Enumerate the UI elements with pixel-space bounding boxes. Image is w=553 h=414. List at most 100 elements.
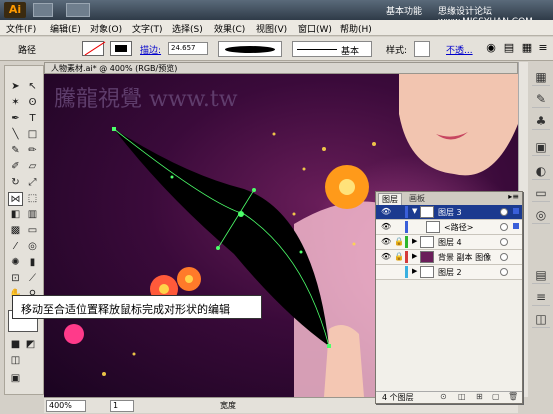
layers-icon[interactable]: ◫: [532, 310, 550, 328]
menu-file[interactable]: 文件(F): [6, 22, 36, 35]
layer-row[interactable]: ▶ 图层 2: [376, 265, 522, 280]
menu-select[interactable]: 选择(S): [172, 22, 203, 35]
rotate-tool-icon[interactable]: ↻: [8, 176, 23, 190]
symbol-icon[interactable]: ♣: [532, 112, 550, 130]
target-icon[interactable]: [500, 253, 508, 261]
menu-effect[interactable]: 效果(C): [214, 22, 245, 35]
anchor-point[interactable]: [327, 344, 331, 348]
layer-row[interactable]: 👁 🔒 ▶ 图层 4: [376, 235, 522, 250]
draw-normal-icon[interactable]: ◫: [8, 354, 23, 368]
document-tab[interactable]: 人物素材.ai* @ 400% (RGB/预览): [44, 62, 518, 74]
lasso-tool-icon[interactable]: ʘ: [25, 96, 40, 110]
slice-tool-icon[interactable]: ⟋: [25, 272, 40, 286]
direct-selection-tool-icon[interactable]: ↖: [25, 80, 40, 94]
arrange-documents-button[interactable]: [66, 3, 90, 17]
artboard-tool-icon[interactable]: ⊡: [8, 272, 23, 286]
align-icon[interactable]: ▤: [532, 266, 550, 284]
visibility-eye-icon[interactable]: 👁: [381, 222, 391, 231]
gradient-icon[interactable]: ▭: [532, 184, 550, 202]
selection-indicator[interactable]: [513, 208, 519, 214]
type-tool-icon[interactable]: T: [25, 112, 40, 126]
rectangle-tool-icon[interactable]: □: [25, 128, 40, 142]
transform-icon[interactable]: ▦: [520, 41, 534, 55]
workspace-switcher[interactable]: 基本功能: [386, 4, 422, 17]
new-sublayer-icon[interactable]: ⊞: [476, 392, 483, 401]
menu-view[interactable]: 视图(V): [256, 22, 287, 35]
gradient-mode-icon[interactable]: ◩: [23, 338, 38, 352]
layer-row[interactable]: 👁 <路径>: [376, 220, 522, 235]
brush-definition-dropdown[interactable]: 基本: [292, 41, 372, 57]
shape-builder-tool-icon[interactable]: ◧: [8, 208, 23, 222]
expand-triangle-icon[interactable]: ▶: [412, 252, 417, 260]
width-handle[interactable]: [216, 246, 220, 250]
layer-name[interactable]: <路径>: [444, 222, 473, 233]
locate-object-icon[interactable]: ⊙: [440, 392, 447, 401]
visibility-eye-icon[interactable]: 👁: [381, 237, 391, 246]
menu-object[interactable]: 对象(O): [90, 22, 122, 35]
tab-layers[interactable]: 图层: [378, 193, 402, 205]
anchor-point[interactable]: [112, 127, 116, 131]
fill-swatch[interactable]: [82, 41, 104, 56]
pen-tool-icon[interactable]: ✒: [8, 112, 23, 126]
stroke-icon[interactable]: ≡: [532, 288, 550, 306]
free-transform-tool-icon[interactable]: ⬚: [25, 192, 40, 206]
transparency-icon[interactable]: ◎: [532, 206, 550, 224]
eyedropper-tool-icon[interactable]: ⁄: [8, 240, 23, 254]
swatches-icon[interactable]: ▦: [532, 68, 550, 86]
bridge-button[interactable]: [33, 3, 53, 17]
status-tool-name[interactable]: 宽度: [220, 400, 236, 411]
blob-brush-tool-icon[interactable]: ✐: [8, 160, 23, 174]
expand-triangle-icon[interactable]: ▼: [412, 207, 417, 215]
width-point[interactable]: [238, 211, 244, 217]
variable-width-profile-dropdown[interactable]: [218, 41, 282, 57]
color-icon[interactable]: ◐: [532, 162, 550, 180]
width-tool-icon[interactable]: ⋈: [8, 192, 23, 206]
target-icon[interactable]: [500, 208, 508, 216]
lock-icon[interactable]: 🔒: [394, 252, 404, 261]
layer-row[interactable]: 👁 🔒 ▶ 背景 副本 图像: [376, 250, 522, 265]
blend-tool-icon[interactable]: ◎: [25, 240, 40, 254]
target-icon[interactable]: [500, 238, 508, 246]
selection-indicator[interactable]: [513, 223, 519, 229]
visibility-eye-icon[interactable]: 👁: [381, 252, 391, 261]
opacity-label[interactable]: 不透...: [446, 43, 473, 56]
perspective-grid-tool-icon[interactable]: ▥: [25, 208, 40, 222]
symbol-sprayer-tool-icon[interactable]: ✺: [8, 256, 23, 270]
width-handle[interactable]: [252, 188, 256, 192]
paintbrush-tool-icon[interactable]: ✎: [8, 144, 23, 158]
lock-icon[interactable]: 🔒: [394, 237, 404, 246]
target-icon[interactable]: [500, 223, 508, 231]
stroke-swatch[interactable]: [110, 41, 132, 56]
panel-menu-icon[interactable]: ▸≡: [508, 192, 519, 201]
graphic-style-dropdown[interactable]: [414, 41, 430, 57]
menu-help[interactable]: 帮助(H): [340, 22, 372, 35]
expand-triangle-icon[interactable]: ▶: [412, 237, 417, 245]
tab-artboards[interactable]: 画板: [406, 193, 428, 205]
layer-name[interactable]: 图层 2: [438, 267, 462, 278]
align-icon[interactable]: ▤: [502, 41, 516, 55]
selection-tool-icon[interactable]: ➤: [8, 80, 23, 94]
line-tool-icon[interactable]: ╲: [8, 128, 23, 142]
recolor-icon[interactable]: ◉: [484, 41, 498, 55]
menu-edit[interactable]: 编辑(E): [50, 22, 81, 35]
mesh-tool-icon[interactable]: ▩: [8, 224, 23, 238]
delete-layer-icon[interactable]: 🗑: [508, 392, 518, 401]
menu-type[interactable]: 文字(T): [132, 22, 163, 35]
color-mode-icon[interactable]: ■: [8, 338, 23, 352]
zoom-level-field[interactable]: 400%: [46, 400, 86, 412]
layer-name[interactable]: 图层 3: [438, 207, 462, 218]
scale-tool-icon[interactable]: ⤢: [25, 176, 40, 190]
layer-name[interactable]: 背景 副本 图像: [438, 252, 491, 263]
new-layer-icon[interactable]: ▢: [492, 392, 500, 401]
artboard-number-field[interactable]: 1: [110, 400, 134, 412]
layer-row[interactable]: 👁 ▼ 图层 3: [376, 205, 522, 220]
magic-wand-tool-icon[interactable]: ✶: [8, 96, 23, 110]
graphic-style-icon[interactable]: ▣: [532, 138, 550, 156]
screen-mode-icon[interactable]: ▣: [8, 372, 23, 386]
make-clipping-mask-icon[interactable]: ◫: [458, 392, 466, 401]
menu-window[interactable]: 窗口(W): [298, 22, 332, 35]
stroke-label[interactable]: 描边:: [140, 43, 161, 56]
expand-triangle-icon[interactable]: ▶: [412, 267, 417, 275]
visibility-eye-icon[interactable]: 👁: [381, 207, 391, 216]
gradient-tool-icon[interactable]: ▭: [25, 224, 40, 238]
